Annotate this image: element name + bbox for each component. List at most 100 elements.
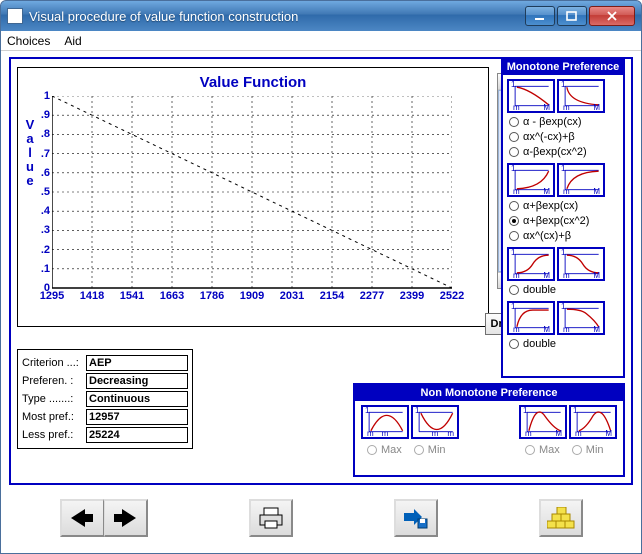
print-button[interactable] — [249, 499, 293, 537]
monotone-title: Monotone Preference — [503, 59, 623, 75]
label-type: Type .......: — [22, 393, 82, 405]
chart-xtick: 1909 — [240, 288, 264, 302]
radio-icon — [414, 445, 424, 455]
chart-ytick: .8 — [41, 128, 52, 140]
maximize-button[interactable] — [557, 6, 587, 26]
mono-shape-4b-icon[interactable]: 1mM — [557, 301, 605, 335]
nonmonotone-panel: Non Monotone Preference 1mm 1mm Max — [353, 383, 625, 477]
radio-mono-g1-r1[interactable]: α - βexp(cx) — [507, 115, 619, 129]
radio-mono-g2-r2[interactable]: α+βexp(cx^2) — [507, 214, 619, 228]
build-button[interactable] — [539, 499, 583, 537]
main-frame: Value Function Value 1.9.8.7.6.5.4.3.2.1… — [9, 57, 633, 485]
chart-title: Value Function — [18, 74, 488, 91]
label-preferen: Preferen. : — [22, 375, 82, 387]
menu-aid[interactable]: Aid — [64, 34, 81, 48]
mono-shape-4a-icon[interactable]: 1mM — [507, 301, 555, 335]
value-most[interactable]: 12957 — [86, 409, 188, 425]
radio-nm1-min[interactable]: Min — [412, 443, 446, 457]
mono-shape-1b-icon[interactable]: 1mM — [557, 79, 605, 113]
minimize-button[interactable] — [525, 6, 555, 26]
mono-shape-1a-icon[interactable]: 1mM — [507, 79, 555, 113]
radio-icon — [525, 445, 535, 455]
radio-icon — [509, 339, 519, 349]
radio-icon — [509, 201, 519, 211]
value-less[interactable]: 25224 — [86, 427, 188, 443]
chart-ytick: .3 — [41, 224, 52, 236]
radio-mono-double2[interactable]: double — [507, 337, 619, 351]
chart-xtick: 1541 — [120, 288, 144, 302]
radio-mono-g2-r3[interactable]: αx^(cx)+β — [507, 229, 619, 243]
radio-mono-g1-r2[interactable]: αx^(-cx)+β — [507, 130, 619, 144]
radio-icon — [509, 231, 519, 241]
chart-ytick: .9 — [41, 109, 52, 121]
radio-icon — [509, 117, 519, 127]
nonmonotone-title: Non Monotone Preference — [355, 385, 623, 401]
chart-ylabel: Value — [24, 118, 36, 188]
chart-ytick: .5 — [41, 186, 52, 198]
chart-xtick: 2399 — [400, 288, 424, 302]
next-button[interactable] — [104, 499, 148, 537]
nav-pair — [60, 499, 148, 537]
mono-shape-3b-icon[interactable]: 1mM — [557, 247, 605, 281]
nm-group-2: 1mM 1mM Max Min — [519, 405, 617, 458]
app-icon — [7, 8, 23, 24]
nm-shape-1b-icon[interactable]: 1mm — [411, 405, 459, 439]
value-preferen[interactable]: Decreasing — [86, 373, 188, 389]
radio-icon — [509, 132, 519, 142]
radio-nm2-min[interactable]: Min — [570, 443, 604, 457]
menu-choices[interactable]: Choices — [7, 34, 50, 48]
chart-xtick: 2522 — [440, 288, 464, 302]
chart-xtick: 1663 — [160, 288, 184, 302]
radio-mono-double1[interactable]: double — [507, 283, 619, 297]
prev-button[interactable] — [60, 499, 104, 537]
mono-shape-2a-icon[interactable]: 1mM — [507, 163, 555, 197]
menubar: Choices Aid — [1, 31, 641, 51]
chart-ytick: .1 — [41, 263, 52, 275]
chart-ytick: .2 — [41, 244, 52, 256]
mono-shape-3a-icon[interactable]: 1mM — [507, 247, 555, 281]
label-less: Less pref.: — [22, 429, 82, 441]
radio-icon — [509, 216, 519, 226]
chart-xtick: 1786 — [200, 288, 224, 302]
info-panel: Criterion ...: AEP Preferen. : Decreasin… — [17, 349, 193, 449]
save-button[interactable] — [394, 499, 438, 537]
chart-area: 1.9.8.7.6.5.4.3.2.1012951418154116631786… — [52, 96, 452, 314]
titlebar: Visual procedure of value function const… — [1, 1, 641, 31]
chart-xtick: 2154 — [320, 288, 344, 302]
window-controls — [525, 6, 635, 26]
value-type[interactable]: Continuous — [86, 391, 188, 407]
bottom-toolbar — [9, 493, 633, 543]
close-button[interactable] — [589, 6, 635, 26]
radio-icon — [509, 147, 519, 157]
label-criterion: Criterion ...: — [22, 357, 82, 369]
nm-shape-1a-icon[interactable]: 1mm — [361, 405, 409, 439]
chart-ytick: .7 — [41, 148, 52, 160]
chart-ytick: .6 — [41, 167, 52, 179]
mono-shape-2b-icon[interactable]: 1mM — [557, 163, 605, 197]
chart-svg — [52, 96, 452, 314]
value-criterion[interactable]: AEP — [86, 355, 188, 371]
chart-xtick: 1418 — [80, 288, 104, 302]
radio-mono-g2-r1[interactable]: α+βexp(cx) — [507, 199, 619, 213]
radio-icon — [509, 285, 519, 295]
chart-xtick: 1295 — [40, 288, 64, 302]
nm-shape-2b-icon[interactable]: 1mM — [569, 405, 617, 439]
chart-panel: Value Function Value 1.9.8.7.6.5.4.3.2.1… — [17, 67, 489, 327]
arrow-right-icon — [114, 509, 136, 527]
nm-group-1: 1mm 1mm Max Min — [361, 405, 459, 458]
chart-xtick: 2277 — [360, 288, 384, 302]
label-most: Most pref.: — [22, 411, 82, 423]
nm-shape-2a-icon[interactable]: 1mM — [519, 405, 567, 439]
client-area: Value Function Value 1.9.8.7.6.5.4.3.2.1… — [1, 51, 641, 553]
bricks-icon — [547, 507, 575, 529]
printer-icon — [258, 507, 284, 529]
radio-icon — [572, 445, 582, 455]
arrow-left-icon — [71, 509, 93, 527]
app-window: Visual procedure of value function const… — [0, 0, 642, 554]
monotone-body: 1mM 1mM α - βexp(cx) αx^(-cx)+β α-βexp(c… — [503, 75, 623, 376]
radio-nm1-max[interactable]: Max — [365, 443, 402, 457]
radio-nm2-max[interactable]: Max — [523, 443, 560, 457]
radio-mono-g1-r3[interactable]: α-βexp(cx^2) — [507, 145, 619, 159]
radio-icon — [367, 445, 377, 455]
chart-ytick: .4 — [41, 205, 52, 217]
